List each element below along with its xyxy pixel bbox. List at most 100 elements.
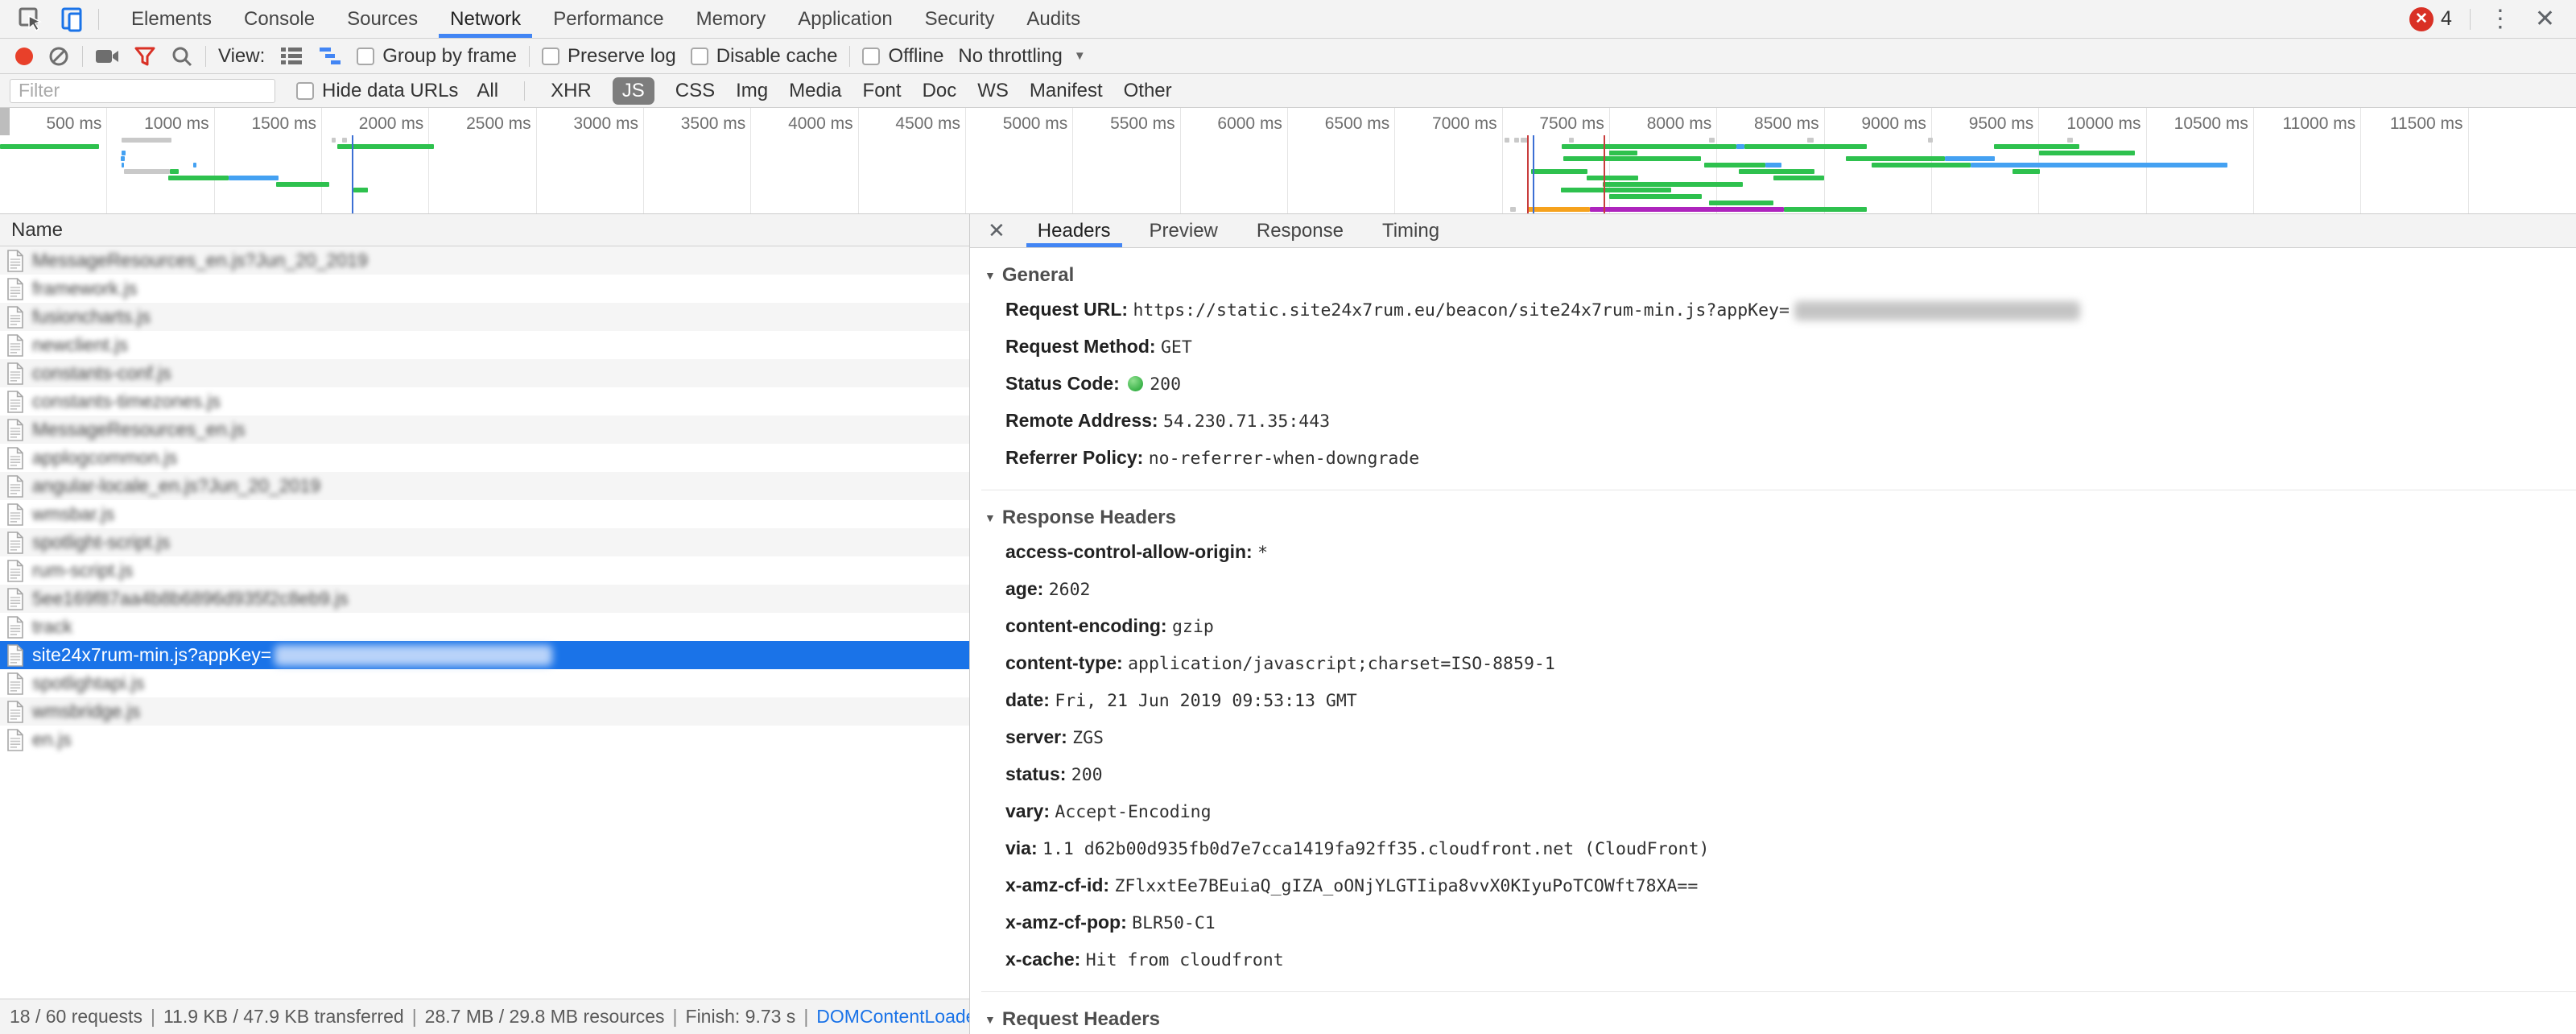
tab-performance[interactable]: Performance [537, 0, 679, 38]
tab-memory[interactable]: Memory [680, 0, 782, 38]
ruler-tick: 8500 ms [1717, 108, 1825, 213]
request-row[interactable]: rum-script.js [0, 556, 969, 585]
request-row[interactable]: constants-timezones.js [0, 387, 969, 416]
device-toolbar-icon[interactable] [52, 0, 93, 38]
filter-funnel-icon[interactable] [126, 39, 163, 73]
tab-elements[interactable]: Elements [115, 0, 228, 38]
network-status-bar: 18 / 60 requests | 11.9 KB / 47.9 KB trans… [0, 999, 969, 1034]
request-row[interactable]: spotlightapi.js [0, 669, 969, 697]
waterfall-bar [167, 175, 229, 180]
type-filter-img[interactable]: Img [736, 80, 768, 102]
panel-tabs: Elements Console Sources Network Performance… [115, 0, 1096, 38]
header-value: BLR50-C1 [1132, 913, 1216, 933]
resource-type-filters: All XHR JS CSS Img Media Font Doc WS Manifest Othe… [477, 77, 1172, 105]
clear-button[interactable] [40, 39, 77, 73]
divider [524, 81, 526, 101]
request-row[interactable]: track [0, 613, 969, 641]
detail-tab-headers[interactable]: Headers [1023, 214, 1125, 247]
tab-sources[interactable]: Sources [331, 0, 434, 38]
section-header[interactable]: ▼ Response Headers [985, 498, 2560, 534]
request-row[interactable]: site24x7rum-min.js?appKey= [0, 641, 969, 669]
more-options-icon[interactable]: ⋮ [2475, 5, 2525, 33]
filter-input[interactable] [10, 78, 275, 103]
section-title: Request Headers [1001, 1008, 1160, 1030]
request-name: constants-conf.js [32, 362, 171, 383]
request-row[interactable]: MessageResources_en.js?Jun_20_2019 [0, 246, 969, 275]
section-header[interactable]: ▼ Request Headers [985, 1000, 2560, 1034]
console-error-badge[interactable]: ✕ 4 [2409, 6, 2452, 31]
view-waterfall-icon[interactable] [311, 39, 349, 73]
header-row: server: ZGS [985, 719, 2560, 756]
detail-tab-response[interactable]: Response [1242, 214, 1358, 247]
type-filter-css[interactable]: CSS [675, 80, 715, 102]
request-row[interactable]: wmsbar.js [0, 500, 969, 528]
hide-data-urls-checkbox[interactable]: Hide data URLs [296, 74, 465, 107]
request-row[interactable]: angular-locale_en.js?Jun_20_2019 [0, 472, 969, 500]
network-toolbar: View: Group by frame Preserve log Disabl… [0, 39, 2576, 74]
type-filter-all[interactable]: All [477, 80, 498, 102]
type-filter-ws[interactable]: WS [977, 80, 1009, 102]
script-file-icon [6, 643, 24, 667]
offline-checkbox[interactable]: Offline [855, 39, 951, 73]
request-row[interactable]: applogcommon.js [0, 444, 969, 472]
name-column-header[interactable]: Name [0, 214, 969, 246]
request-row[interactable]: MessageResources_en.js [0, 416, 969, 444]
request-row[interactable]: 5ee169f87aa4b8b6896d935f2c8eb9.js [0, 585, 969, 613]
request-name: applogcommon.js [32, 447, 178, 468]
request-row[interactable]: constants-conf.js [0, 359, 969, 387]
request-row[interactable]: en.js [0, 726, 969, 754]
tab-application[interactable]: Application [782, 0, 908, 38]
network-filterbar: Hide data URLs All XHR JS CSS Img Media Font Do… [0, 74, 2576, 108]
ruler-tick: 2000 ms [322, 108, 430, 213]
waterfall-bar [1528, 206, 1590, 212]
waterfall-bar [1589, 206, 1784, 212]
close-details-icon[interactable]: ✕ [975, 214, 1018, 247]
throttling-select[interactable]: No throttling ▼ [951, 39, 1092, 73]
header-key: date: [1005, 689, 1050, 710]
detail-tab-preview[interactable]: Preview [1135, 214, 1232, 247]
ruler-tick: 11500 ms [2361, 108, 2469, 213]
preserve-log-checkbox[interactable]: Preserve log [535, 39, 683, 73]
request-name: en.js [32, 729, 72, 750]
waterfall-bar [1945, 156, 1995, 162]
type-filter-js[interactable]: JS [612, 77, 654, 105]
devtools-window: Elements Console Sources Network Performance… [0, 0, 2576, 1034]
request-row[interactable]: fusioncharts.js [0, 303, 969, 331]
detail-tab-timing[interactable]: Timing [1368, 214, 1454, 247]
waterfall-bar [342, 138, 347, 143]
close-devtools-icon[interactable]: ✕ [2525, 5, 2562, 33]
tab-security[interactable]: Security [909, 0, 1011, 38]
waterfall-bar [1846, 156, 1945, 162]
ruler-tick: 6000 ms [1181, 108, 1288, 213]
request-row[interactable]: wmsbridge.js [0, 697, 969, 726]
record-button[interactable] [8, 39, 40, 73]
capture-screenshots-button[interactable] [88, 39, 126, 73]
type-filter-other[interactable]: Other [1124, 80, 1172, 102]
type-filter-xhr[interactable]: XHR [551, 80, 592, 102]
tab-console[interactable]: Console [228, 0, 331, 38]
request-row[interactable]: framework.js [0, 275, 969, 303]
header-key: access-control-allow-origin: [1005, 541, 1253, 562]
disable-cache-checkbox[interactable]: Disable cache [683, 39, 845, 73]
view-list-icon[interactable] [272, 39, 311, 73]
script-file-icon [6, 531, 24, 554]
section-header[interactable]: ▼ General [985, 256, 2560, 292]
type-filter-manifest[interactable]: Manifest [1030, 80, 1103, 102]
redacted-value [1794, 300, 2080, 321]
tab-network[interactable]: Network [434, 0, 537, 38]
status-separator: | [411, 1006, 417, 1027]
waterfall-bar [1971, 163, 2228, 168]
request-name: site24x7rum-min.js?appKey= [32, 644, 272, 665]
type-filter-font[interactable]: Font [863, 80, 902, 102]
group-by-frame-checkbox[interactable]: Group by frame [349, 39, 524, 73]
inspect-element-icon[interactable] [10, 0, 52, 38]
overview-grip[interactable] [0, 108, 10, 135]
request-row[interactable]: spotlight-script.js [0, 528, 969, 556]
tab-audits[interactable]: Audits [1010, 0, 1096, 38]
search-icon[interactable] [163, 39, 200, 73]
type-filter-media[interactable]: Media [789, 80, 841, 102]
type-filter-doc[interactable]: Doc [923, 80, 957, 102]
network-overview[interactable]: 500 ms 1000 ms 1500 ms 2000 ms 2500 ms 3000 m… [0, 108, 2576, 214]
event-marker-line [1526, 135, 1529, 213]
request-row[interactable]: newclient.js [0, 331, 969, 359]
